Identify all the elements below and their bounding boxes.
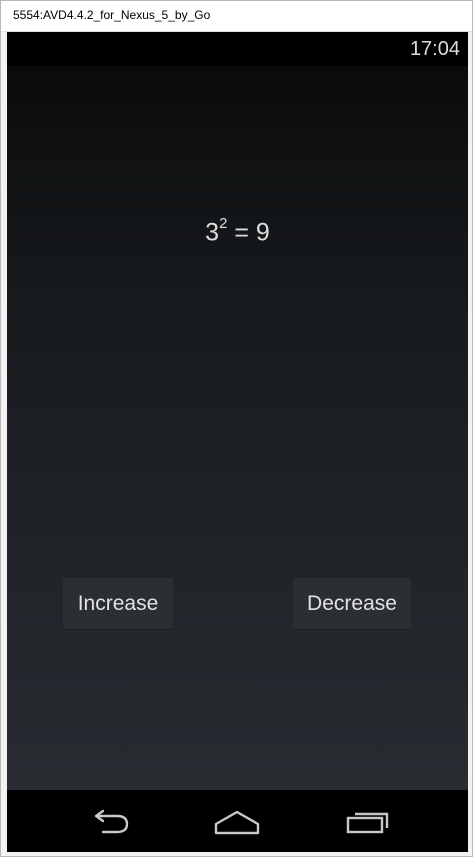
- navigation-bar: [7, 790, 468, 852]
- device-screen: 17:04 32 = 9 Increase Decrease: [7, 32, 468, 852]
- status-bar: 17:04: [7, 32, 468, 66]
- recent-apps-icon[interactable]: [342, 806, 392, 838]
- back-icon[interactable]: [85, 806, 135, 838]
- result-value: = 9: [227, 218, 270, 247]
- window-titlebar[interactable]: 5554:AVD4.4.2_for_Nexus_5_by_Go: [1, 1, 472, 32]
- window-title: 5554:AVD4.4.2_for_Nexus_5_by_Go: [13, 8, 211, 22]
- status-clock: 17:04: [409, 38, 460, 60]
- home-icon[interactable]: [212, 806, 262, 838]
- increase-button-label: Increase: [77, 591, 159, 615]
- increase-button[interactable]: Increase: [63, 578, 173, 629]
- result-base: 3: [205, 218, 220, 247]
- emulator-window: 5554:AVD4.4.2_for_Nexus_5_by_Go 17:04 32…: [0, 0, 473, 857]
- power-result-text: 32 = 9: [7, 215, 468, 247]
- result-exponent: 2: [219, 215, 228, 232]
- decrease-button[interactable]: Decrease: [293, 578, 411, 629]
- decrease-button-label: Decrease: [307, 591, 397, 615]
